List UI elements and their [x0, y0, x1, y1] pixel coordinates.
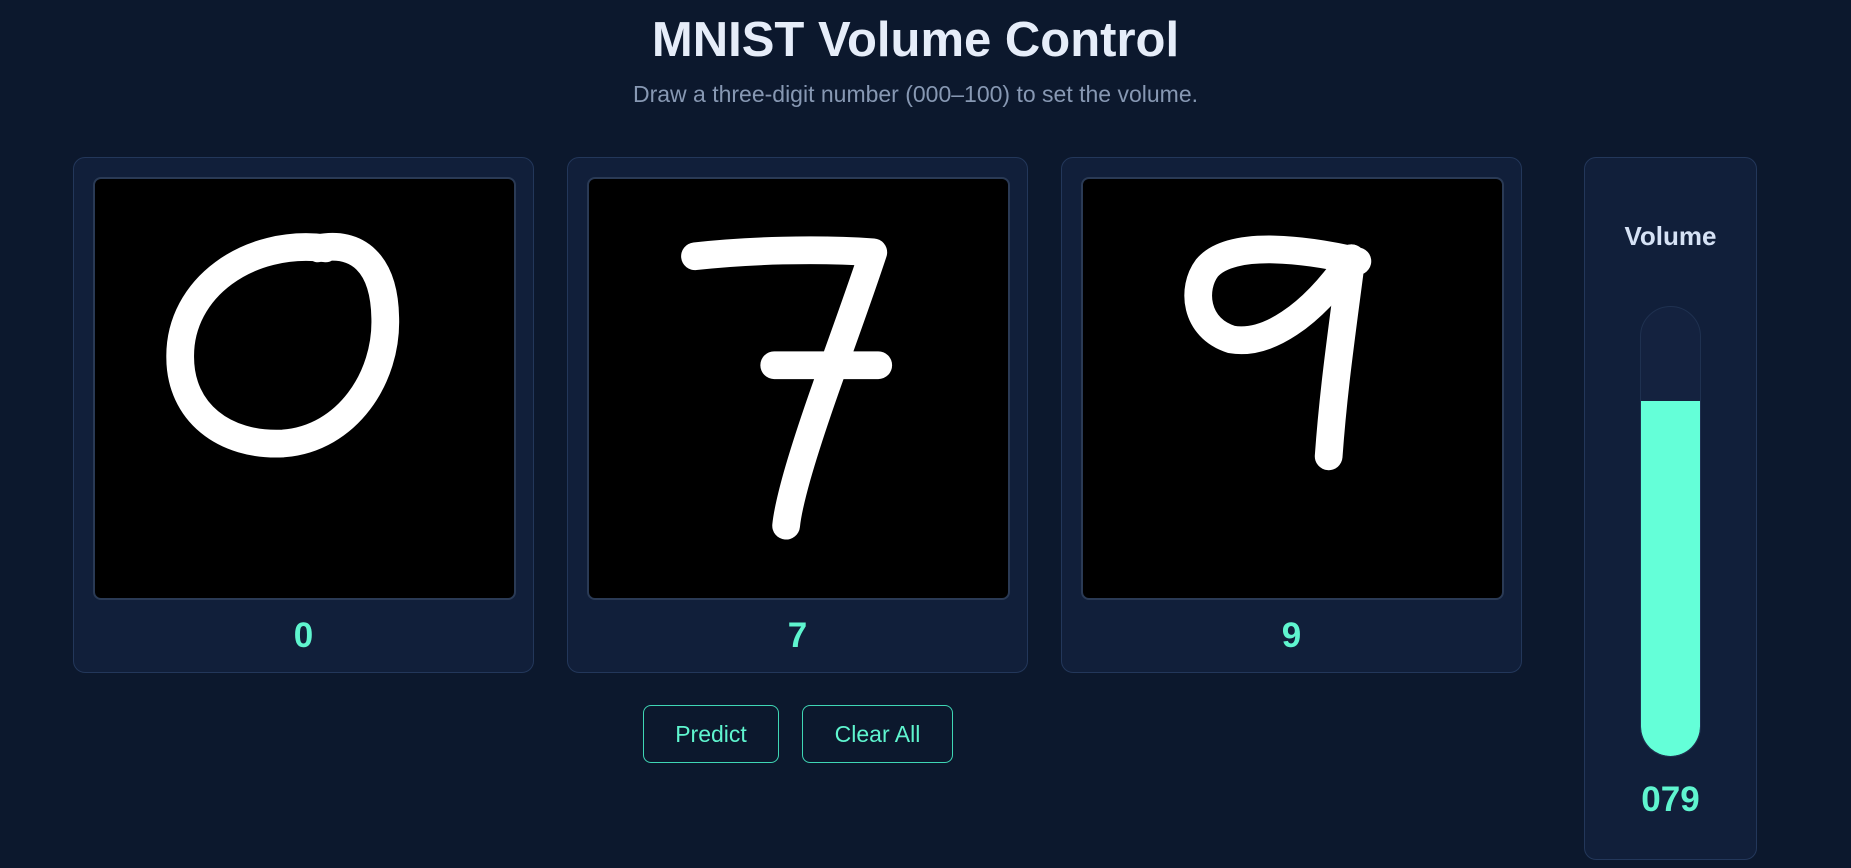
digit-prediction-1: 0 [293, 616, 314, 655]
drawing-canvas-2[interactable] [587, 177, 1010, 600]
digit-prediction-3: 9 [1281, 616, 1302, 655]
handwritten-digit-7 [681, 236, 893, 540]
volume-meter-fill [1641, 401, 1700, 756]
handwritten-digit-0 [166, 233, 400, 458]
digit-panel-2: 7 [567, 157, 1028, 673]
page-title: MNIST Volume Control [651, 13, 1180, 67]
digit-prediction-2: 7 [787, 616, 808, 655]
digit-panel-1: 0 [73, 157, 534, 673]
handwritten-digit-9 [1184, 235, 1372, 471]
volume-meter [1640, 306, 1701, 757]
drawing-canvas-1[interactable] [93, 177, 516, 600]
volume-label: Volume [1624, 221, 1717, 251]
digit-panel-3: 9 [1061, 157, 1522, 673]
volume-value: 079 [1641, 780, 1700, 819]
predict-button[interactable]: Predict [643, 705, 779, 763]
drawing-canvas-3[interactable] [1081, 177, 1504, 600]
clear-all-button[interactable]: Clear All [802, 705, 953, 763]
page-subtitle: Draw a three-digit number (000–100) to s… [632, 81, 1199, 107]
